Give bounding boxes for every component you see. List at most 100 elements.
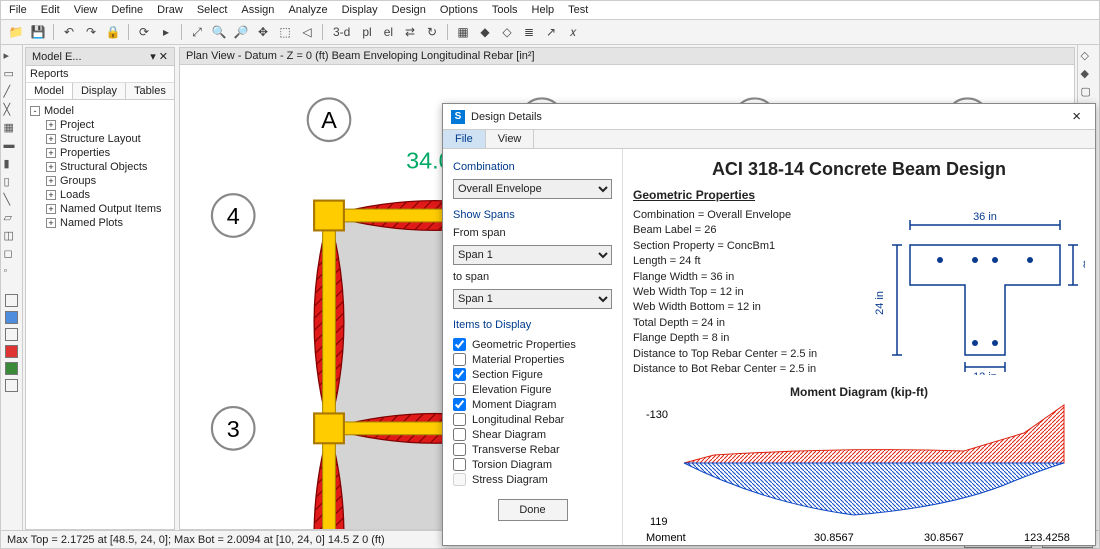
chk-geometric-properties[interactable]: Geometric Properties (453, 337, 612, 352)
zoom-out-icon[interactable]: 🔎 (232, 23, 250, 41)
combination-select[interactable]: Overall Envelope (453, 179, 612, 199)
chk-elevation-figure[interactable]: Elevation Figure (453, 382, 612, 397)
snap-icon[interactable]: ◆ (476, 23, 494, 41)
menu-options[interactable]: Options (440, 4, 478, 16)
expand-icon[interactable]: + (46, 204, 56, 214)
pan-icon[interactable]: ✥ (254, 23, 272, 41)
undo-icon[interactable]: ↶ (60, 23, 78, 41)
plan-icon[interactable]: pl (358, 23, 375, 41)
color-blue[interactable] (5, 311, 18, 324)
tree-node-named-plots[interactable]: +Named Plots (30, 216, 170, 230)
color-white[interactable] (5, 294, 18, 307)
folder-icon[interactable]: 📁 (7, 23, 25, 41)
menu-view[interactable]: View (74, 4, 98, 16)
opening-icon[interactable]: ◻ (4, 247, 20, 263)
chk-longitudinal-rebar[interactable]: Longitudinal Rebar (453, 412, 612, 427)
units-icon[interactable]: 𝑥 (564, 23, 582, 41)
break-icon[interactable]: ╳ (4, 103, 20, 119)
menu-draw[interactable]: Draw (157, 4, 183, 16)
col-icon[interactable]: ▮ (4, 157, 20, 173)
arrow-icon[interactable]: ↗ (542, 23, 560, 41)
expand-icon[interactable]: + (46, 134, 56, 144)
explorer-dropdown-icon[interactable]: ▾ ✕ (150, 50, 168, 63)
explorer-tab-model[interactable]: Model (26, 83, 73, 99)
tree-node-project[interactable]: +Project (30, 118, 170, 132)
zoom-prev-icon[interactable]: ◁ (298, 23, 316, 41)
layer-icon[interactable]: ≣ (520, 23, 538, 41)
menu-define[interactable]: Define (111, 4, 143, 16)
tree-node-loads[interactable]: +Loads (30, 188, 170, 202)
tree-node-named-output-items[interactable]: +Named Output Items (30, 202, 170, 216)
zoom-extents-icon[interactable]: ⤢ (188, 23, 206, 41)
cursor-icon[interactable]: ▸ (4, 49, 20, 65)
dialog-tab-file[interactable]: File (443, 130, 486, 148)
to-span-select[interactable]: Span 1 (453, 289, 612, 309)
menu-select[interactable]: Select (197, 4, 228, 16)
expand-icon[interactable]: + (46, 162, 56, 172)
expand-icon[interactable]: + (46, 176, 56, 186)
refresh-icon[interactable]: ⟳ (135, 23, 153, 41)
expand-icon[interactable]: + (46, 148, 56, 158)
explorer-tab-display[interactable]: Display (73, 83, 126, 99)
beam-icon[interactable]: ▬ (4, 139, 20, 155)
save-icon[interactable]: 💾 (29, 23, 47, 41)
lock-icon[interactable]: 🔒 (104, 23, 122, 41)
line-icon[interactable]: ╱ (4, 85, 20, 101)
expand-icon[interactable]: + (46, 190, 56, 200)
close-icon[interactable]: × (1066, 108, 1087, 125)
cycle-icon[interactable]: ↻ (423, 23, 441, 41)
color-green[interactable] (5, 362, 18, 375)
tree-root[interactable]: -Model (30, 104, 170, 118)
expand-icon[interactable]: + (46, 218, 56, 228)
tree-node-structural-objects[interactable]: +Structural Objects (30, 160, 170, 174)
collapse-icon[interactable]: - (30, 106, 40, 116)
grid-icon[interactable]: ▦ (454, 23, 472, 41)
zoom-window-icon[interactable]: ⬚ (276, 23, 294, 41)
redo-icon[interactable]: ↷ (82, 23, 100, 41)
chk-shear-diagram[interactable]: Shear Diagram (453, 427, 612, 442)
zoom-in-icon[interactable]: 🔍 (210, 23, 228, 41)
menu-analyze[interactable]: Analyze (288, 4, 327, 16)
snap1-icon[interactable]: ◇ (1081, 49, 1097, 65)
snap-mid-icon[interactable]: ◇ (498, 23, 516, 41)
dialog-titlebar[interactable]: S Design Details × (443, 104, 1095, 130)
color-red[interactable] (5, 345, 18, 358)
3d-view-icon[interactable]: 3-d (329, 23, 354, 41)
tree-node-structure-layout[interactable]: +Structure Layout (30, 132, 170, 146)
toggle-icon[interactable]: ⇄ (401, 23, 419, 41)
done-button[interactable]: Done (498, 499, 568, 521)
panel-icon[interactable]: ◫ (4, 229, 20, 245)
dialog-tab-view[interactable]: View (486, 130, 535, 148)
menu-file[interactable]: File (9, 4, 27, 16)
menu-help[interactable]: Help (532, 4, 555, 16)
tree-node-groups[interactable]: +Groups (30, 174, 170, 188)
joint-icon[interactable]: ◦ (4, 265, 20, 281)
chk-torsion-diagram[interactable]: Torsion Diagram (453, 457, 612, 472)
chk-material-properties[interactable]: Material Properties (453, 352, 612, 367)
grid-icon[interactable]: ▦ (4, 121, 20, 137)
snap2-icon[interactable]: ◆ (1081, 67, 1097, 83)
brace-icon[interactable]: ╲ (4, 193, 20, 209)
tree-node-properties[interactable]: +Properties (30, 146, 170, 160)
slab-icon[interactable]: ▱ (4, 211, 20, 227)
menu-display[interactable]: Display (342, 4, 378, 16)
snap3-icon[interactable]: ▢ (1081, 85, 1097, 101)
menu-test[interactable]: Test (568, 4, 588, 16)
menu-edit[interactable]: Edit (41, 4, 60, 16)
menu-tools[interactable]: Tools (492, 4, 518, 16)
chk-moment-diagram[interactable]: Moment Diagram (453, 397, 612, 412)
wall-icon[interactable]: ▯ (4, 175, 20, 191)
pointer-icon[interactable]: ▸ (157, 23, 175, 41)
chk-section-figure[interactable]: Section Figure (453, 367, 612, 382)
menu-assign[interactable]: Assign (241, 4, 274, 16)
explorer-tab-tables[interactable]: Tables (126, 83, 175, 99)
expand-icon[interactable]: + (46, 120, 56, 130)
color-none[interactable] (5, 379, 18, 392)
select-icon[interactable]: ▭ (4, 67, 20, 83)
combination-label: Combination (453, 161, 612, 173)
from-span-select[interactable]: Span 1 (453, 245, 612, 265)
chk-transverse-rebar[interactable]: Transverse Rebar (453, 442, 612, 457)
color-gray[interactable] (5, 328, 18, 341)
menu-design[interactable]: Design (392, 4, 426, 16)
elevation-icon[interactable]: el (380, 23, 397, 41)
